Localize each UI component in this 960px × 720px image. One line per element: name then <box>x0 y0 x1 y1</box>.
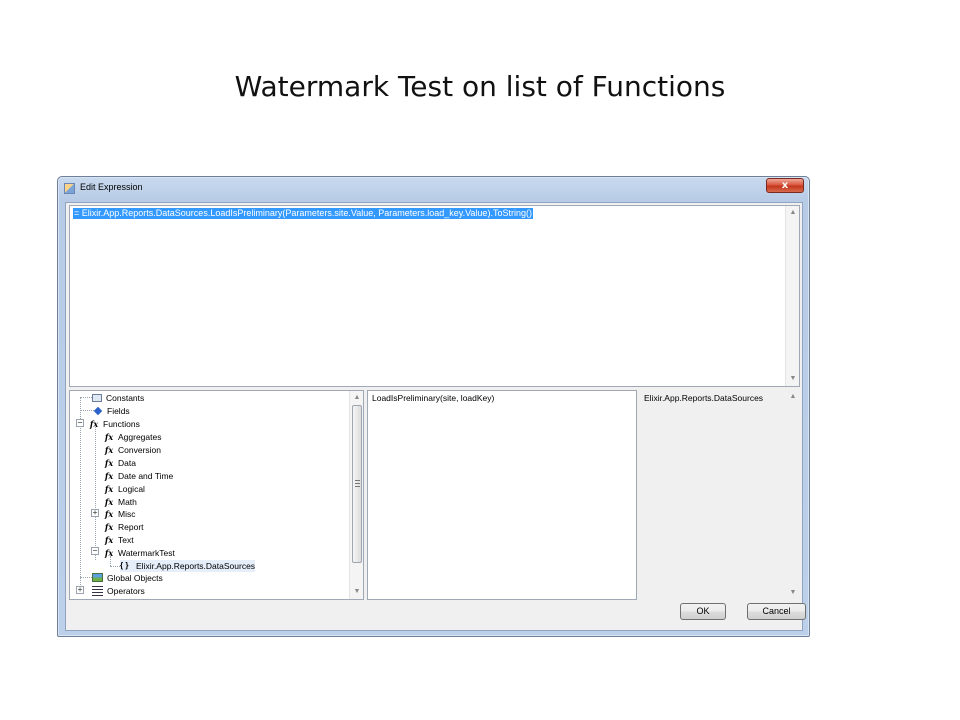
scroll-down-arrow-icon[interactable]: ▼ <box>350 585 363 599</box>
tree-item-aggregates[interactable]: fx Aggregates <box>103 431 162 443</box>
constants-icon <box>92 393 102 402</box>
tree-item-fields[interactable]: Fields <box>92 405 130 417</box>
tree-connector <box>95 427 96 560</box>
tree-item-text[interactable]: fx Text <box>103 534 134 546</box>
collapse-functions-icon[interactable]: − <box>76 419 84 427</box>
scroll-down-arrow-icon[interactable]: ▼ <box>786 586 800 600</box>
tree-item-global-objects[interactable]: Global Objects <box>92 572 163 584</box>
operators-icon <box>92 585 103 596</box>
namespace-icon: { } <box>120 561 129 570</box>
tree-scrollbar[interactable]: ▲ ▼ <box>349 391 363 599</box>
tree-item-logical[interactable]: fx Logical <box>103 483 145 495</box>
tree-item-conversion[interactable]: fx Conversion <box>103 444 161 456</box>
tree-item-operators[interactable]: Operators <box>92 585 145 597</box>
cancel-button[interactable]: Cancel <box>747 603 806 620</box>
expression-text[interactable]: = Elixir.App.Reports.DataSources.LoadIsP… <box>73 208 533 219</box>
expand-operators-icon[interactable]: + <box>76 586 84 594</box>
function-icon: fx <box>104 497 114 507</box>
description-panel: Elixir.App.Reports.DataSources ▲ ▼ <box>640 390 800 600</box>
function-icon: fx <box>104 458 114 468</box>
tree-item-label: Report <box>118 522 144 532</box>
tree-item-label: Conversion <box>118 445 161 455</box>
scroll-down-arrow-icon[interactable]: ▼ <box>786 372 800 386</box>
tree-item-label: Operators <box>107 586 145 596</box>
function-icon: fx <box>104 522 114 532</box>
fields-icon <box>93 406 103 415</box>
function-icon: fx <box>89 419 99 429</box>
tree-item-label: Text <box>118 535 134 545</box>
function-icon: fx <box>104 548 114 558</box>
tree-item-label: Aggregates <box>118 432 162 442</box>
function-icon: fx <box>104 535 114 545</box>
function-icon: fx <box>104 432 114 442</box>
edit-expression-dialog: Edit Expression x = Elixir.App.Reports.D… <box>57 176 810 637</box>
slide-title: Watermark Test on list of Functions <box>234 70 726 103</box>
namespace-description: Elixir.App.Reports.DataSources <box>644 393 764 403</box>
tree-item-misc[interactable]: fx Misc <box>103 508 136 520</box>
dialog-client-area: = Elixir.App.Reports.DataSources.LoadIsP… <box>65 202 806 631</box>
close-button[interactable]: x <box>766 178 804 193</box>
tree-scroll-thumb[interactable] <box>352 405 362 563</box>
tree-item-label: Math <box>118 497 137 507</box>
tree-item-elixir-datasources[interactable]: { } Elixir.App.Reports.DataSources <box>120 560 256 572</box>
tree-item-label: Elixir.App.Reports.DataSources <box>136 561 256 571</box>
app-icon <box>64 183 75 194</box>
expand-misc-icon[interactable]: + <box>91 509 99 517</box>
tree-item-data[interactable]: fx Data <box>103 457 136 469</box>
function-icon: fx <box>104 484 114 494</box>
function-icon: fx <box>104 445 114 455</box>
function-icon: fx <box>104 471 114 481</box>
tree-item-functions[interactable]: fx Functions <box>88 418 140 430</box>
expression-scrollbar[interactable]: ▲ ▼ <box>785 206 799 386</box>
tree-item-label: WatermarkTest <box>118 548 175 558</box>
scroll-up-arrow-icon[interactable]: ▲ <box>786 206 800 220</box>
collapse-watermarktest-icon[interactable]: − <box>91 547 99 555</box>
ok-button[interactable]: OK <box>680 603 726 620</box>
grip-icon <box>355 480 360 487</box>
tree-item-date-and-time[interactable]: fx Date and Time <box>103 470 173 482</box>
function-icon: fx <box>104 509 114 519</box>
tree-item-label: Constants <box>106 393 145 403</box>
tree-item-label: Logical <box>118 484 145 494</box>
expression-editor[interactable]: = Elixir.App.Reports.DataSources.LoadIsP… <box>69 205 800 387</box>
tree-connector <box>110 566 120 567</box>
tree-item-label: Fields <box>107 406 130 416</box>
global-objects-icon <box>92 573 103 583</box>
tree-item-math[interactable]: fx Math <box>103 496 137 508</box>
dialog-title: Edit Expression <box>80 182 143 192</box>
tree-item-watermarktest[interactable]: fx WatermarkTest <box>103 547 175 559</box>
tree-item-label: Global Objects <box>107 573 163 583</box>
tree-item-label: Date and Time <box>118 471 174 481</box>
dialog-titlebar: Edit Expression x <box>58 177 809 199</box>
tree-item-constants[interactable]: Constants <box>92 392 144 404</box>
category-tree[interactable]: − + − + Constants Fields fx Functions fx A… <box>69 390 364 600</box>
scroll-up-arrow-icon[interactable]: ▲ <box>350 391 363 405</box>
scroll-up-arrow-icon[interactable]: ▲ <box>786 390 800 404</box>
tree-item-label: Functions <box>103 419 140 429</box>
function-list[interactable]: LoadIsPreliminary(site, loadKey) <box>367 390 637 600</box>
tree-item-label: Data <box>118 458 136 468</box>
function-signature[interactable]: LoadIsPreliminary(site, loadKey) <box>372 393 494 404</box>
tree-item-label: Misc <box>118 509 136 519</box>
tree-item-report[interactable]: fx Report <box>103 521 144 533</box>
description-scrollbar[interactable]: ▲ ▼ <box>786 390 800 600</box>
